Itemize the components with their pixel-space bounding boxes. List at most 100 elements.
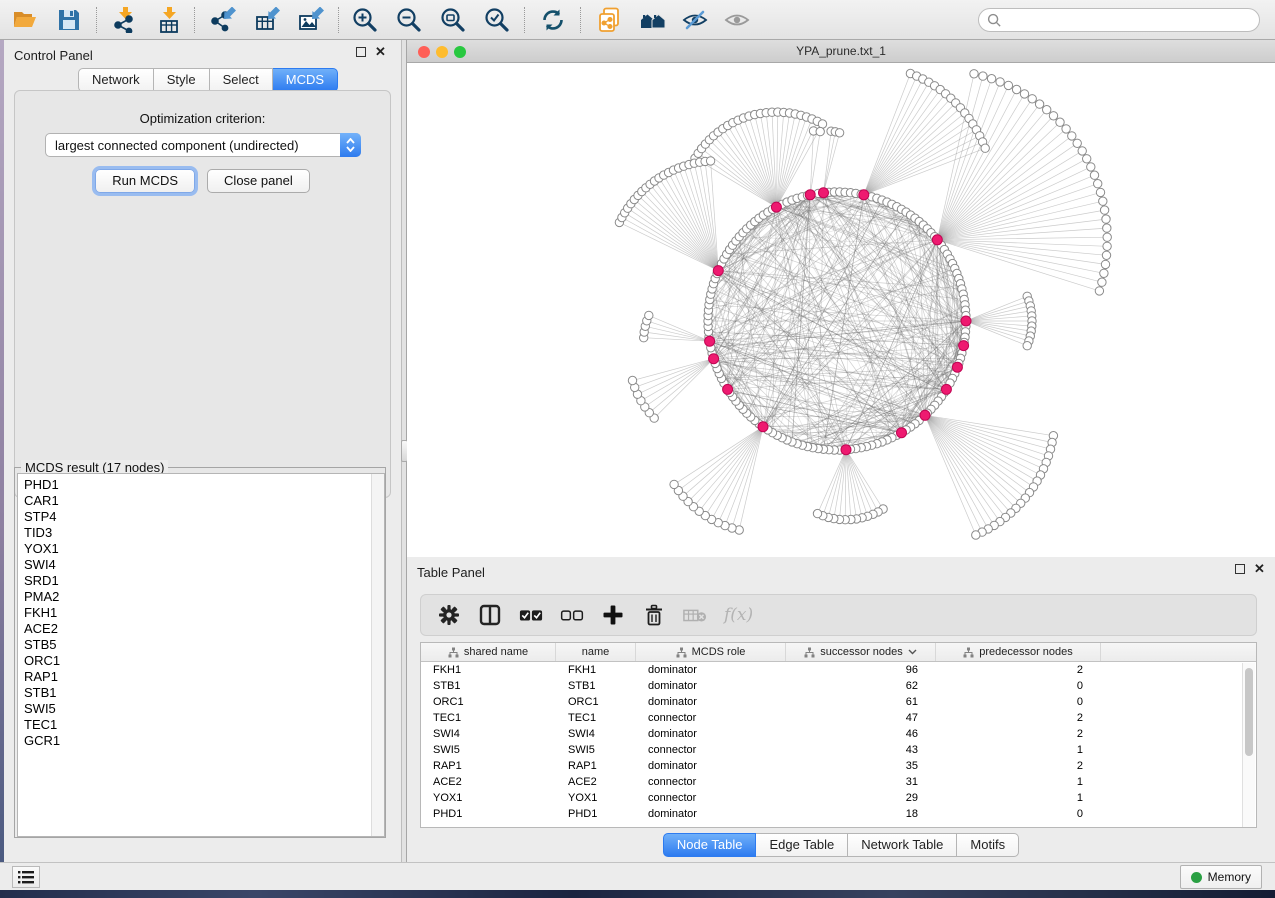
cell-shared-name[interactable]: RAP1 xyxy=(421,758,556,774)
network-hub-node[interactable] xyxy=(709,354,719,364)
network-hub-node[interactable] xyxy=(932,235,942,245)
show-hidden-icon[interactable] xyxy=(724,7,750,33)
network-hub-node[interactable] xyxy=(961,316,971,326)
mcds-result-item[interactable]: TEC1 xyxy=(18,717,384,733)
hide-selected-icon[interactable] xyxy=(682,7,708,33)
network-node[interactable] xyxy=(628,376,636,384)
network-node[interactable] xyxy=(1100,269,1108,277)
float-panel-icon[interactable] xyxy=(356,47,366,57)
cell-mcds-role[interactable]: dominator xyxy=(636,806,786,822)
mcds-result-item[interactable]: TID3 xyxy=(18,525,384,541)
cell-mcds-role[interactable]: connector xyxy=(636,774,786,790)
cell-name[interactable]: PHD1 xyxy=(556,806,636,822)
network-node[interactable] xyxy=(818,120,826,128)
table-row[interactable]: PHD1PHD1dominator180 xyxy=(421,806,1256,822)
export-table-icon[interactable] xyxy=(254,7,280,33)
table-row[interactable]: ACE2ACE2connector311 xyxy=(421,774,1256,790)
network-hub-node[interactable] xyxy=(713,266,723,276)
cell-predecessor-nodes[interactable]: 0 xyxy=(936,806,1101,822)
mcds-result-item[interactable]: STB1 xyxy=(18,685,384,701)
network-node[interactable] xyxy=(1012,85,1020,93)
cell-name[interactable]: ACE2 xyxy=(556,774,636,790)
mcds-result-list[interactable]: PHD1CAR1STP4TID3YOX1SWI4SRD1PMA2FKH1ACE2… xyxy=(17,473,385,837)
cell-successor-nodes[interactable]: 35 xyxy=(786,758,936,774)
column-header-MCDS-role[interactable]: MCDS role xyxy=(636,643,786,661)
cell-shared-name[interactable]: ACE2 xyxy=(421,774,556,790)
network-node[interactable] xyxy=(1087,163,1095,171)
close-panel-button[interactable]: Close panel xyxy=(207,169,310,193)
network-node[interactable] xyxy=(1090,171,1098,179)
cell-mcds-role[interactable]: dominator xyxy=(636,758,786,774)
table-row[interactable]: RAP1RAP1dominator352 xyxy=(421,758,1256,774)
network-node[interactable] xyxy=(1062,125,1070,133)
network-node[interactable] xyxy=(1023,342,1031,350)
mcds-result-item[interactable]: GCR1 xyxy=(18,733,384,749)
table-settings-icon[interactable] xyxy=(437,603,461,627)
network-node[interactable] xyxy=(1083,155,1091,163)
mcds-result-item[interactable]: RAP1 xyxy=(18,669,384,685)
save-session-icon[interactable] xyxy=(56,7,82,33)
open-file-icon[interactable] xyxy=(12,7,38,33)
mcds-result-item[interactable]: FKH1 xyxy=(18,605,384,621)
network-node[interactable] xyxy=(835,129,843,137)
network-node[interactable] xyxy=(645,311,653,319)
network-hub-node[interactable] xyxy=(859,190,869,200)
cell-name[interactable]: TEC1 xyxy=(556,710,636,726)
table-row[interactable]: STB1STB1dominator620 xyxy=(421,678,1256,694)
cell-mcds-role[interactable]: dominator xyxy=(636,662,786,678)
network-node[interactable] xyxy=(981,144,989,152)
cell-predecessor-nodes[interactable]: 1 xyxy=(936,790,1101,806)
cell-name[interactable]: STB1 xyxy=(556,678,636,694)
table-row[interactable]: TEC1TEC1connector472 xyxy=(421,710,1256,726)
cell-shared-name[interactable]: YOX1 xyxy=(421,790,556,806)
cell-successor-nodes[interactable]: 18 xyxy=(786,806,936,822)
select-all-icon[interactable] xyxy=(519,603,543,627)
clone-network-icon[interactable] xyxy=(596,7,622,33)
run-mcds-button[interactable]: Run MCDS xyxy=(95,169,195,193)
table-row[interactable]: SWI5SWI5connector431 xyxy=(421,742,1256,758)
network-node[interactable] xyxy=(816,127,824,135)
network-hub-node[interactable] xyxy=(805,190,815,200)
tab-network-table[interactable]: Network Table xyxy=(848,833,957,857)
mcds-list-scrollbar[interactable] xyxy=(371,474,384,836)
network-node[interactable] xyxy=(1096,188,1104,196)
tab-node-table[interactable]: Node Table xyxy=(663,833,757,857)
network-node[interactable] xyxy=(979,72,987,80)
cell-successor-nodes[interactable]: 62 xyxy=(786,678,936,694)
cell-mcds-role[interactable]: connector xyxy=(636,790,786,806)
cell-successor-nodes[interactable]: 31 xyxy=(786,774,936,790)
network-node[interactable] xyxy=(1102,215,1110,223)
column-header-predecessor-nodes[interactable]: predecessor nodes xyxy=(936,643,1101,661)
network-node[interactable] xyxy=(1102,251,1110,259)
cell-successor-nodes[interactable]: 47 xyxy=(786,710,936,726)
network-hub-node[interactable] xyxy=(758,422,768,432)
cell-predecessor-nodes[interactable]: 0 xyxy=(936,678,1101,694)
refresh-layout-icon[interactable] xyxy=(540,7,566,33)
column-header-name[interactable]: name xyxy=(556,643,636,661)
network-node[interactable] xyxy=(1020,90,1028,98)
cell-mcds-role[interactable]: connector xyxy=(636,742,786,758)
network-node[interactable] xyxy=(970,70,978,78)
network-hub-node[interactable] xyxy=(841,445,851,455)
network-node[interactable] xyxy=(996,78,1004,86)
network-hub-node[interactable] xyxy=(952,362,962,372)
mcds-result-item[interactable]: PHD1 xyxy=(18,477,384,493)
network-node[interactable] xyxy=(972,531,980,539)
network-hub-node[interactable] xyxy=(941,384,951,394)
cell-shared-name[interactable]: SWI4 xyxy=(421,726,556,742)
table-row[interactable]: YOX1YOX1connector291 xyxy=(421,790,1256,806)
network-hub-node[interactable] xyxy=(723,384,733,394)
network-hub-node[interactable] xyxy=(920,410,930,420)
network-node[interactable] xyxy=(1073,139,1081,147)
mcds-result-item[interactable]: STP4 xyxy=(18,509,384,525)
network-node[interactable] xyxy=(1103,233,1111,241)
network-node[interactable] xyxy=(1035,100,1043,108)
memory-button[interactable]: Memory xyxy=(1180,865,1262,889)
mcds-result-item[interactable]: PMA2 xyxy=(18,589,384,605)
cell-name[interactable]: SWI5 xyxy=(556,742,636,758)
network-node[interactable] xyxy=(1100,206,1108,214)
cell-shared-name[interactable]: SWI5 xyxy=(421,742,556,758)
cell-shared-name[interactable]: TEC1 xyxy=(421,710,556,726)
network-node[interactable] xyxy=(1004,81,1012,89)
table-scrollbar-thumb[interactable] xyxy=(1245,668,1253,756)
